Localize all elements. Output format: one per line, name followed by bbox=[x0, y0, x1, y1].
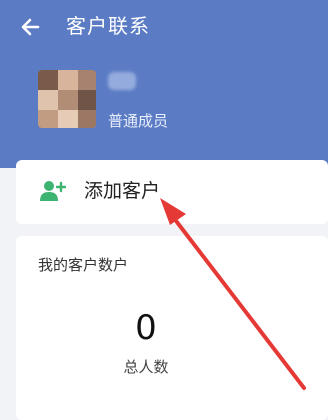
add-customer-button[interactable]: 添加客户 bbox=[16, 160, 328, 224]
header-bar: 客户联系 普通成员 bbox=[0, 0, 328, 168]
stats-title: 我的客户数户 bbox=[38, 256, 129, 274]
add-customer-label: 添加客户 bbox=[84, 180, 161, 202]
page-title: 客户联系 bbox=[66, 14, 150, 38]
member-role: 普通成员 bbox=[108, 112, 169, 130]
user-name-blurred bbox=[108, 72, 136, 90]
add-user-icon bbox=[40, 181, 66, 201]
customer-stats-card: 我的客户数户 0 总人数 bbox=[16, 236, 328, 420]
arrow-left-icon[interactable] bbox=[18, 14, 44, 40]
total-customers-value: 0 bbox=[135, 308, 157, 348]
avatar[interactable] bbox=[38, 70, 96, 128]
total-customers-label: 总人数 bbox=[123, 358, 169, 376]
